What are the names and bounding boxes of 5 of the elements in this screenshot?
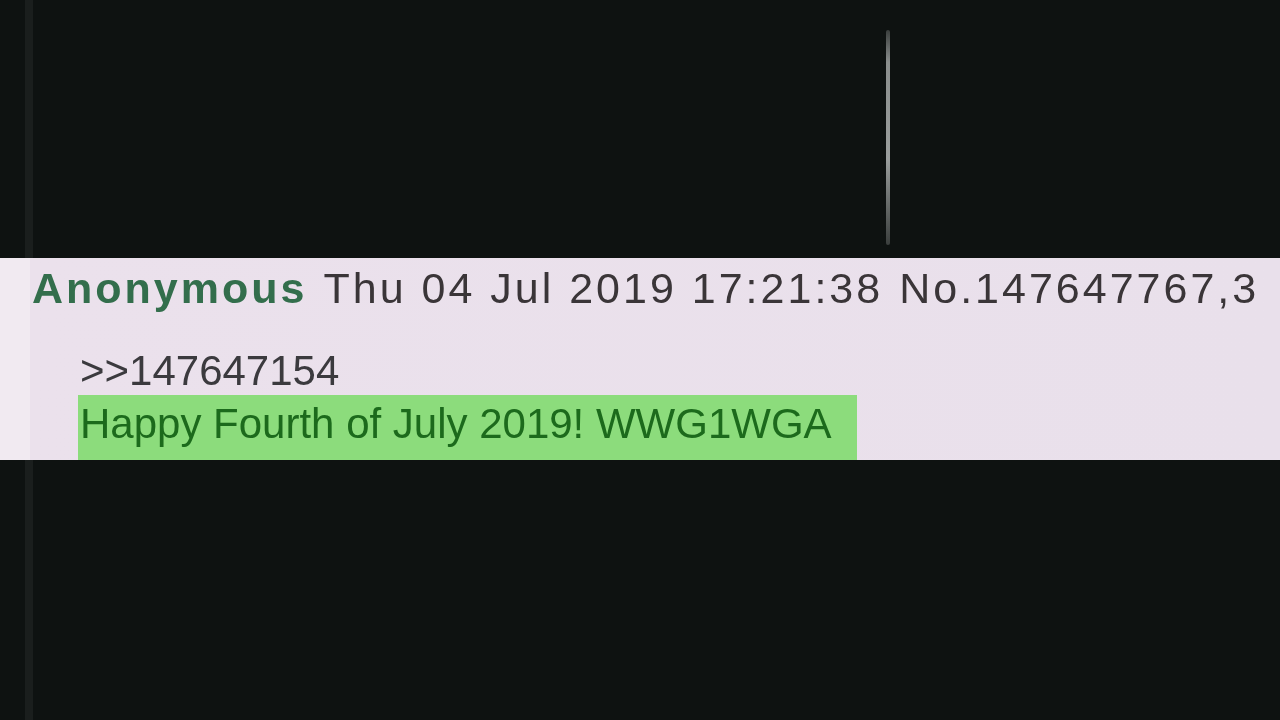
message-text: Happy Fourth of July 2019! WWG1WGA	[78, 395, 857, 460]
post-number-link[interactable]: No.147647767,3	[899, 264, 1260, 312]
post-datetime: Thu 04 Jul 2019 17:21:38	[323, 264, 884, 312]
reply-link[interactable]: >>147647154	[78, 347, 340, 395]
poster-name: Anonymous	[32, 264, 308, 312]
